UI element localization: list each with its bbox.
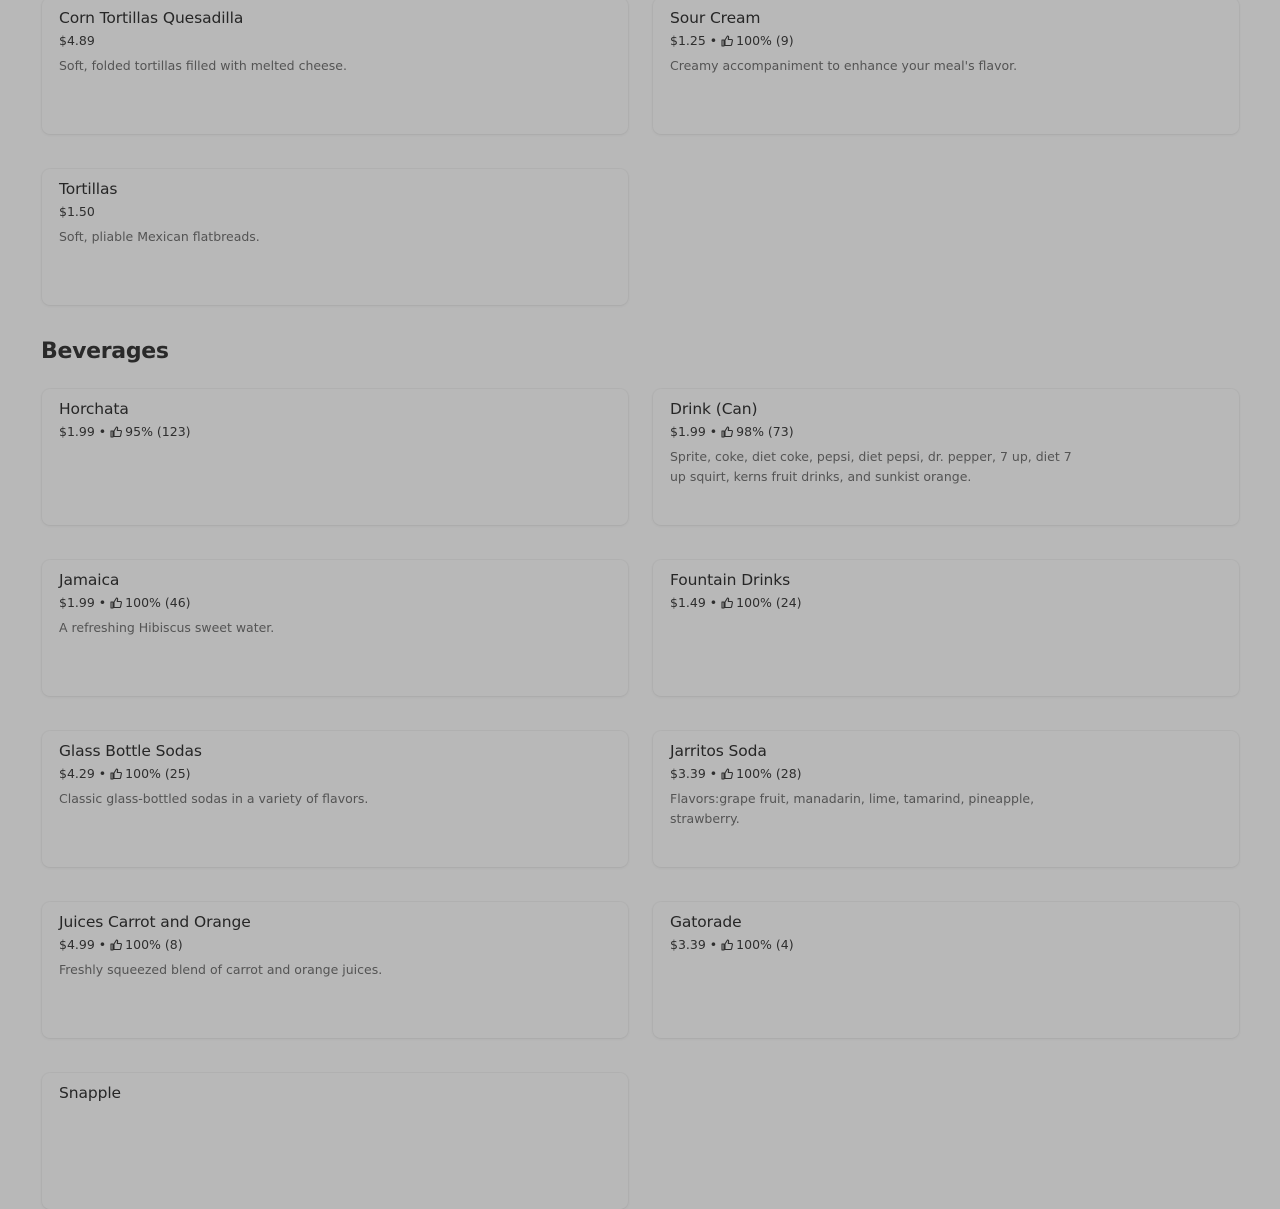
item-meta: $1.99 • 95% (123): [59, 423, 469, 441]
item-meta: $1.99 • 98% (73): [670, 423, 1080, 441]
item-name: Gatorade: [670, 913, 742, 931]
meta-separator: •: [709, 937, 718, 952]
item-name: Corn Tortillas Quesadilla: [59, 9, 244, 27]
meta-separator: •: [709, 766, 718, 781]
menu-item-card-sour-cream[interactable]: Sour Cream $1.25 • 100% (9) Creamy accom…: [653, 0, 1239, 134]
item-name: Snapple: [59, 1084, 121, 1102]
thumbs-up-icon: [110, 939, 123, 951]
item-name: Juices Carrot and Orange: [59, 913, 251, 931]
thumbs-up-icon: [721, 426, 734, 438]
thumbs-up-icon: [110, 426, 123, 438]
item-description: Freshly squeezed blend of carrot and ora…: [59, 962, 383, 977]
item-rating: 100% (46): [125, 595, 191, 610]
item-name: Fountain Drinks: [670, 571, 791, 589]
item-price: $3.39: [670, 937, 706, 952]
item-description: Classic glass-bottled sodas in a variety…: [59, 791, 369, 806]
item-rating: 100% (28): [736, 766, 802, 781]
item-name: Horchata: [59, 400, 129, 418]
item-price: $1.99: [59, 424, 95, 439]
meta-separator: •: [709, 33, 718, 48]
item-description: Soft, folded tortillas filled with melte…: [59, 58, 347, 73]
thumbs-up-icon: [110, 768, 123, 780]
item-price: $4.99: [59, 937, 95, 952]
item-price: $4.89: [59, 33, 95, 48]
meta-separator: •: [98, 766, 107, 781]
item-rating: 100% (24): [736, 595, 802, 610]
thumbs-up-icon: [721, 768, 734, 780]
meta-separator: •: [98, 937, 107, 952]
item-meta: $1.99 • 100% (46): [59, 594, 469, 612]
meta-separator: •: [98, 424, 107, 439]
thumbs-up-icon: [721, 597, 734, 609]
item-meta: $1.49 • 100% (24): [670, 594, 1080, 612]
item-name: Sour Cream: [670, 9, 761, 27]
menu-item-card-juices-carrot-orange[interactable]: Juices Carrot and Orange $4.99 • 100% (8…: [42, 902, 628, 1038]
item-rating: 100% (9): [736, 33, 794, 48]
meta-separator: •: [98, 595, 107, 610]
item-rating: 100% (8): [125, 937, 183, 952]
item-meta: $1.25 • 100% (9): [670, 32, 1080, 50]
item-price: $1.50: [59, 204, 95, 219]
menu-item-card-jarritos-soda[interactable]: Jarritos Soda $3.39 • 100% (28) Flavors:…: [653, 731, 1239, 867]
menu-item-card-fountain-drinks[interactable]: Fountain Drinks $1.49 • 100% (24): [653, 560, 1239, 696]
item-rating: 100% (25): [125, 766, 191, 781]
item-price: $1.25: [670, 33, 706, 48]
item-description: Sprite, coke, diet coke, pepsi, diet pep…: [670, 449, 1072, 484]
item-description: Soft, pliable Mexican flatbreads.: [59, 229, 260, 244]
item-name: Jarritos Soda: [670, 742, 767, 760]
item-rating: 98% (73): [736, 424, 794, 439]
menu-item-card-jamaica[interactable]: Jamaica $1.99 • 100% (46) A refreshing H…: [42, 560, 628, 696]
item-meta: $1.50: [59, 203, 469, 221]
item-price: $1.49: [670, 595, 706, 610]
item-description: Creamy accompaniment to enhance your mea…: [670, 58, 1018, 73]
menu-item-card-gatorade[interactable]: Gatorade $3.39 • 100% (4): [653, 902, 1239, 1038]
item-rating: 95% (123): [125, 424, 191, 439]
menu-item-card-horchata[interactable]: Horchata $1.99 • 95% (123): [42, 389, 628, 525]
item-meta: $3.39 • 100% (4): [670, 936, 1080, 954]
item-meta: $3.39 • 100% (28): [670, 765, 1080, 783]
item-rating: 100% (4): [736, 937, 794, 952]
thumbs-up-icon: [721, 35, 734, 47]
item-description: A refreshing Hibiscus sweet water.: [59, 620, 275, 635]
item-meta: $4.89: [59, 32, 469, 50]
item-name: Drink (Can): [670, 400, 758, 418]
thumbs-up-icon: [110, 597, 123, 609]
item-name: Glass Bottle Sodas: [59, 742, 202, 760]
item-price: $3.39: [670, 766, 706, 781]
section-title-beverages: Beverages: [41, 339, 169, 364]
item-meta: $4.99 • 100% (8): [59, 936, 469, 954]
item-price: $1.99: [59, 595, 95, 610]
menu-item-card-corn-tortillas-quesadilla[interactable]: Corn Tortillas Quesadilla $4.89 Soft, fo…: [42, 0, 628, 134]
menu-item-card-tortillas[interactable]: Tortillas $1.50 Soft, pliable Mexican fl…: [42, 169, 628, 305]
meta-separator: •: [709, 595, 718, 610]
thumbs-up-icon: [721, 939, 734, 951]
meta-separator: •: [709, 424, 718, 439]
item-price: $1.99: [670, 424, 706, 439]
menu-item-card-glass-bottle-sodas[interactable]: Glass Bottle Sodas $4.29 • 100% (25) Cla…: [42, 731, 628, 867]
item-name: Jamaica: [59, 571, 120, 589]
item-meta: $4.29 • 100% (25): [59, 765, 469, 783]
menu-item-card-snapple[interactable]: Snapple: [42, 1073, 628, 1209]
item-price: $4.29: [59, 766, 95, 781]
item-name: Tortillas: [59, 180, 118, 198]
item-description: Flavors:grape fruit, manadarin, lime, ta…: [670, 791, 1035, 826]
menu-item-card-drink-can[interactable]: Drink (Can) $1.99 • 98% (73) Sprite, cok…: [653, 389, 1239, 525]
